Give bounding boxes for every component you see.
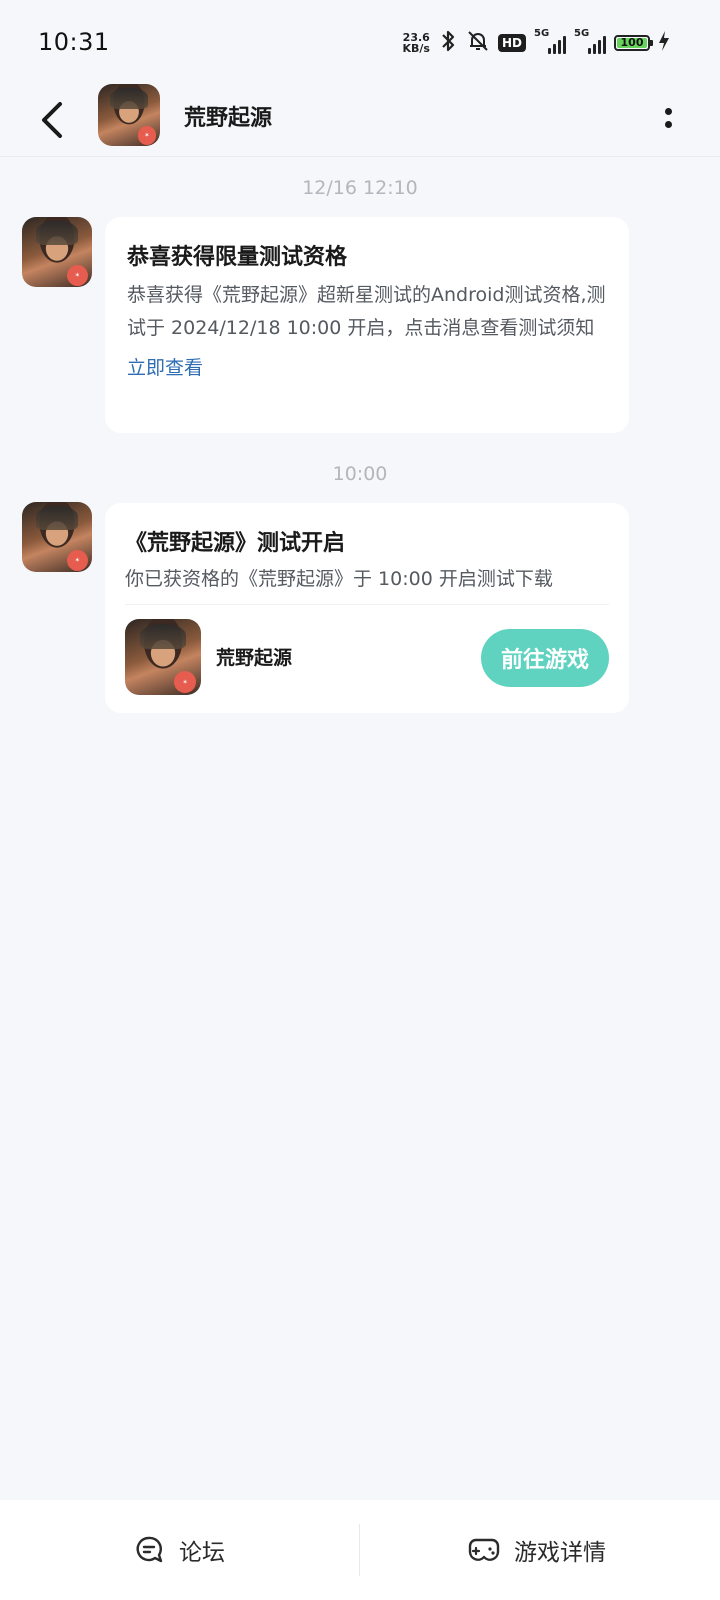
status-time: 10:31 — [38, 28, 110, 56]
chat-title: 荒野起源 — [184, 106, 273, 131]
back-arrow-icon — [42, 102, 62, 138]
go-to-game-button[interactable]: 前往游戏 — [481, 629, 609, 687]
bluetooth-icon — [438, 29, 458, 57]
signal-icon-2: 5G — [574, 28, 606, 54]
message-body: 恭喜获得《荒野起源》超新星测试的Android测试资格,测试于 2024/12/… — [127, 284, 606, 339]
game-name: 荒野起源 — [216, 647, 293, 669]
status-icons: 23.6 KB/s HD 5G 5G 100 — [403, 28, 671, 58]
bottom-divider — [359, 1524, 360, 1576]
message-body: 你已获资格的《荒野起源》于 10:00 开启测试下载 — [125, 568, 553, 590]
chat-header: 荒野起源 — [0, 84, 720, 157]
mute-bell-icon — [466, 29, 490, 57]
game-details-label: 游戏详情 — [514, 1540, 606, 1566]
forum-tab[interactable]: 论坛 — [135, 1500, 225, 1600]
gamepad-icon — [468, 1538, 500, 1561]
message-card[interactable]: 恭喜获得限量测试资格 恭喜获得《荒野起源》超新星测试的Android测试资格,测… — [105, 217, 629, 433]
message-timestamp: 10:00 — [332, 463, 388, 485]
status-bar: 10:31 23.6 KB/s HD 5G 5G 100 — [0, 0, 720, 84]
back-button[interactable] — [34, 94, 70, 146]
bottom-bar: 论坛 游戏详情 — [0, 1500, 720, 1600]
game-avatar[interactable] — [98, 84, 160, 146]
game-entry: 荒野起源 前往游戏 — [125, 605, 609, 705]
forum-label: 论坛 — [179, 1540, 225, 1566]
more-icon-dot — [664, 121, 672, 128]
sender-avatar[interactable] — [22, 502, 92, 572]
forum-chat-icon — [136, 1536, 163, 1563]
more-icon-dot — [664, 108, 672, 115]
signal-icon: 5G — [534, 28, 566, 54]
game-icon[interactable] — [125, 619, 201, 695]
sender-avatar[interactable] — [22, 217, 92, 287]
charging-icon — [658, 30, 670, 56]
view-now-link[interactable]: 立即查看 — [127, 353, 607, 380]
hd-icon: HD — [497, 34, 526, 52]
message-timestamp: 12/16 12:10 — [302, 177, 418, 199]
more-options-button[interactable] — [656, 98, 680, 138]
message-title: 《荒野起源》测试开启 — [125, 531, 346, 556]
battery-icon: 100 — [614, 35, 653, 51]
network-speed: 23.6 KB/s — [402, 31, 430, 55]
game-details-tab[interactable]: 游戏详情 — [468, 1500, 606, 1600]
message-title: 恭喜获得限量测试资格 — [127, 245, 348, 270]
message-card[interactable]: 《荒野起源》测试开启 你已获资格的《荒野起源》于 10:00 开启测试下载 荒野… — [105, 503, 629, 713]
